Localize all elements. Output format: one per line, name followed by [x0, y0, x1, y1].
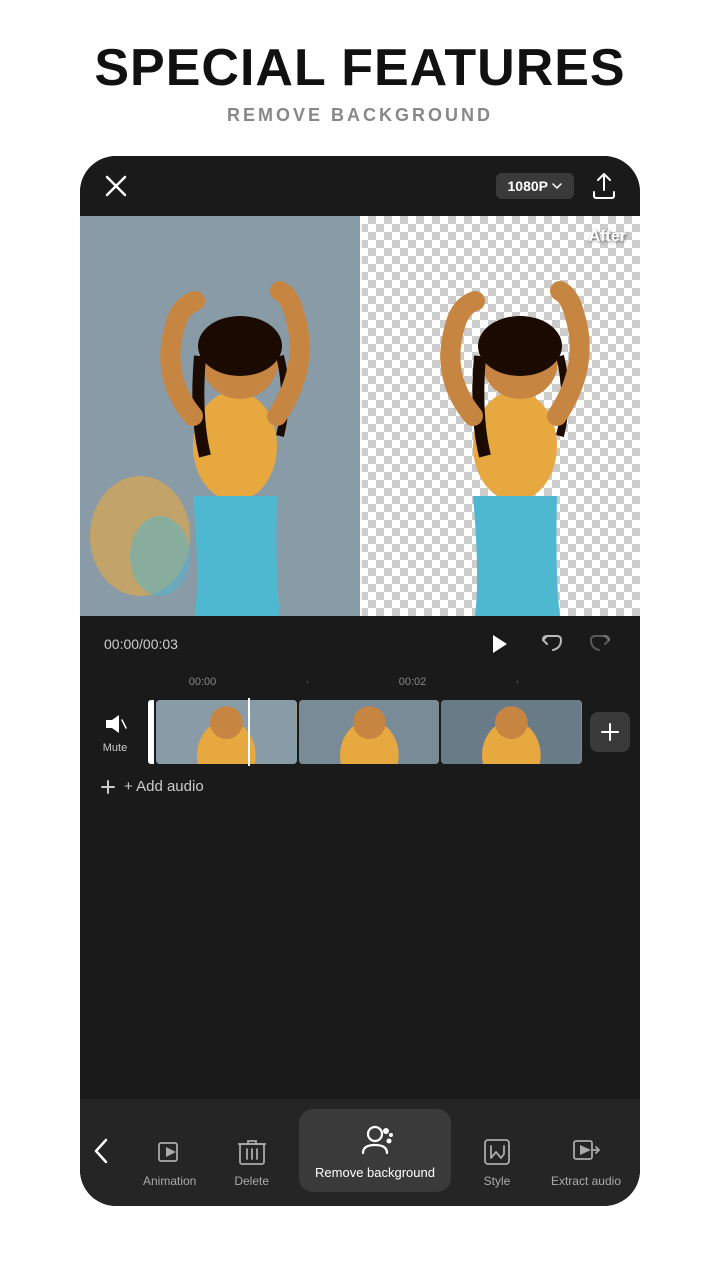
mute-label: Mute — [103, 742, 127, 754]
clip-strip[interactable] — [148, 698, 582, 766]
add-clip-button[interactable] — [590, 712, 630, 752]
preview-area: Before — [80, 216, 640, 616]
time-display: 00:00/00:03 — [104, 636, 178, 652]
extract-audio-icon — [570, 1136, 602, 1168]
remove-background-icon — [356, 1121, 394, 1159]
delete-icon — [236, 1136, 268, 1168]
page-subtitle: REMOVE BACKGROUND — [94, 105, 625, 126]
clip-thumb-1[interactable] — [156, 700, 297, 764]
mute-button[interactable]: Mute — [90, 710, 140, 754]
animation-label: Animation — [143, 1174, 196, 1188]
style-label: Style — [484, 1174, 511, 1188]
play-button[interactable] — [480, 626, 516, 662]
clip-handle-left[interactable] — [148, 700, 154, 764]
timeline-area: 00:00 · 00:02 · Mute — [80, 672, 640, 811]
toolbar-item-remove-background[interactable]: Remove background — [299, 1109, 451, 1192]
close-button[interactable] — [100, 170, 132, 202]
toolbar-item-extract-audio[interactable]: Extract audio — [543, 1132, 629, 1192]
toolbar-item-style[interactable]: Style — [473, 1132, 521, 1192]
export-button[interactable] — [588, 170, 620, 202]
remove-background-label: Remove background — [315, 1165, 435, 1180]
timeline-ruler: 00:00 · 00:02 · — [80, 672, 640, 692]
toolbar-item-animation[interactable]: Animation — [135, 1132, 204, 1192]
style-icon — [481, 1136, 513, 1168]
animation-icon — [154, 1136, 186, 1168]
toolbar-back-button[interactable] — [80, 1129, 124, 1173]
toolbar-item-delete[interactable]: Delete — [226, 1132, 277, 1192]
toolbar-items: Animation Delete — [124, 1109, 640, 1192]
top-bar-right: 1080P — [496, 170, 620, 202]
page-title: SPECIAL FEATURES — [94, 40, 625, 97]
add-audio-label: + Add audio — [124, 778, 204, 795]
bottom-toolbar: Animation Delete — [80, 1099, 640, 1206]
controls-bar: 00:00/00:03 — [80, 616, 640, 672]
extract-audio-label: Extract audio — [551, 1174, 621, 1188]
time-mark-dot2: · — [465, 676, 570, 688]
phone-frame: 1080P Before — [80, 156, 640, 1206]
time-mark-2: 00:02 — [360, 676, 465, 688]
add-audio-button[interactable]: + Add audio — [80, 772, 640, 805]
redo-button[interactable] — [586, 629, 616, 659]
playback-controls — [480, 626, 616, 662]
top-bar: 1080P — [80, 156, 640, 216]
mute-icon — [101, 710, 129, 738]
after-half: After — [360, 216, 640, 616]
before-after-divider — [360, 216, 362, 616]
undo-button[interactable] — [536, 629, 566, 659]
time-mark-0: 00:00 — [150, 676, 255, 688]
before-half: Before — [80, 216, 360, 616]
delete-label: Delete — [234, 1174, 269, 1188]
time-mark-dot: · — [255, 676, 360, 688]
clip-thumb-3[interactable] — [441, 700, 582, 764]
playhead — [248, 698, 250, 766]
timeline-row: Mute — [80, 692, 640, 772]
clip-thumb-2[interactable] — [299, 700, 440, 764]
resolution-selector[interactable]: 1080P — [496, 173, 574, 199]
